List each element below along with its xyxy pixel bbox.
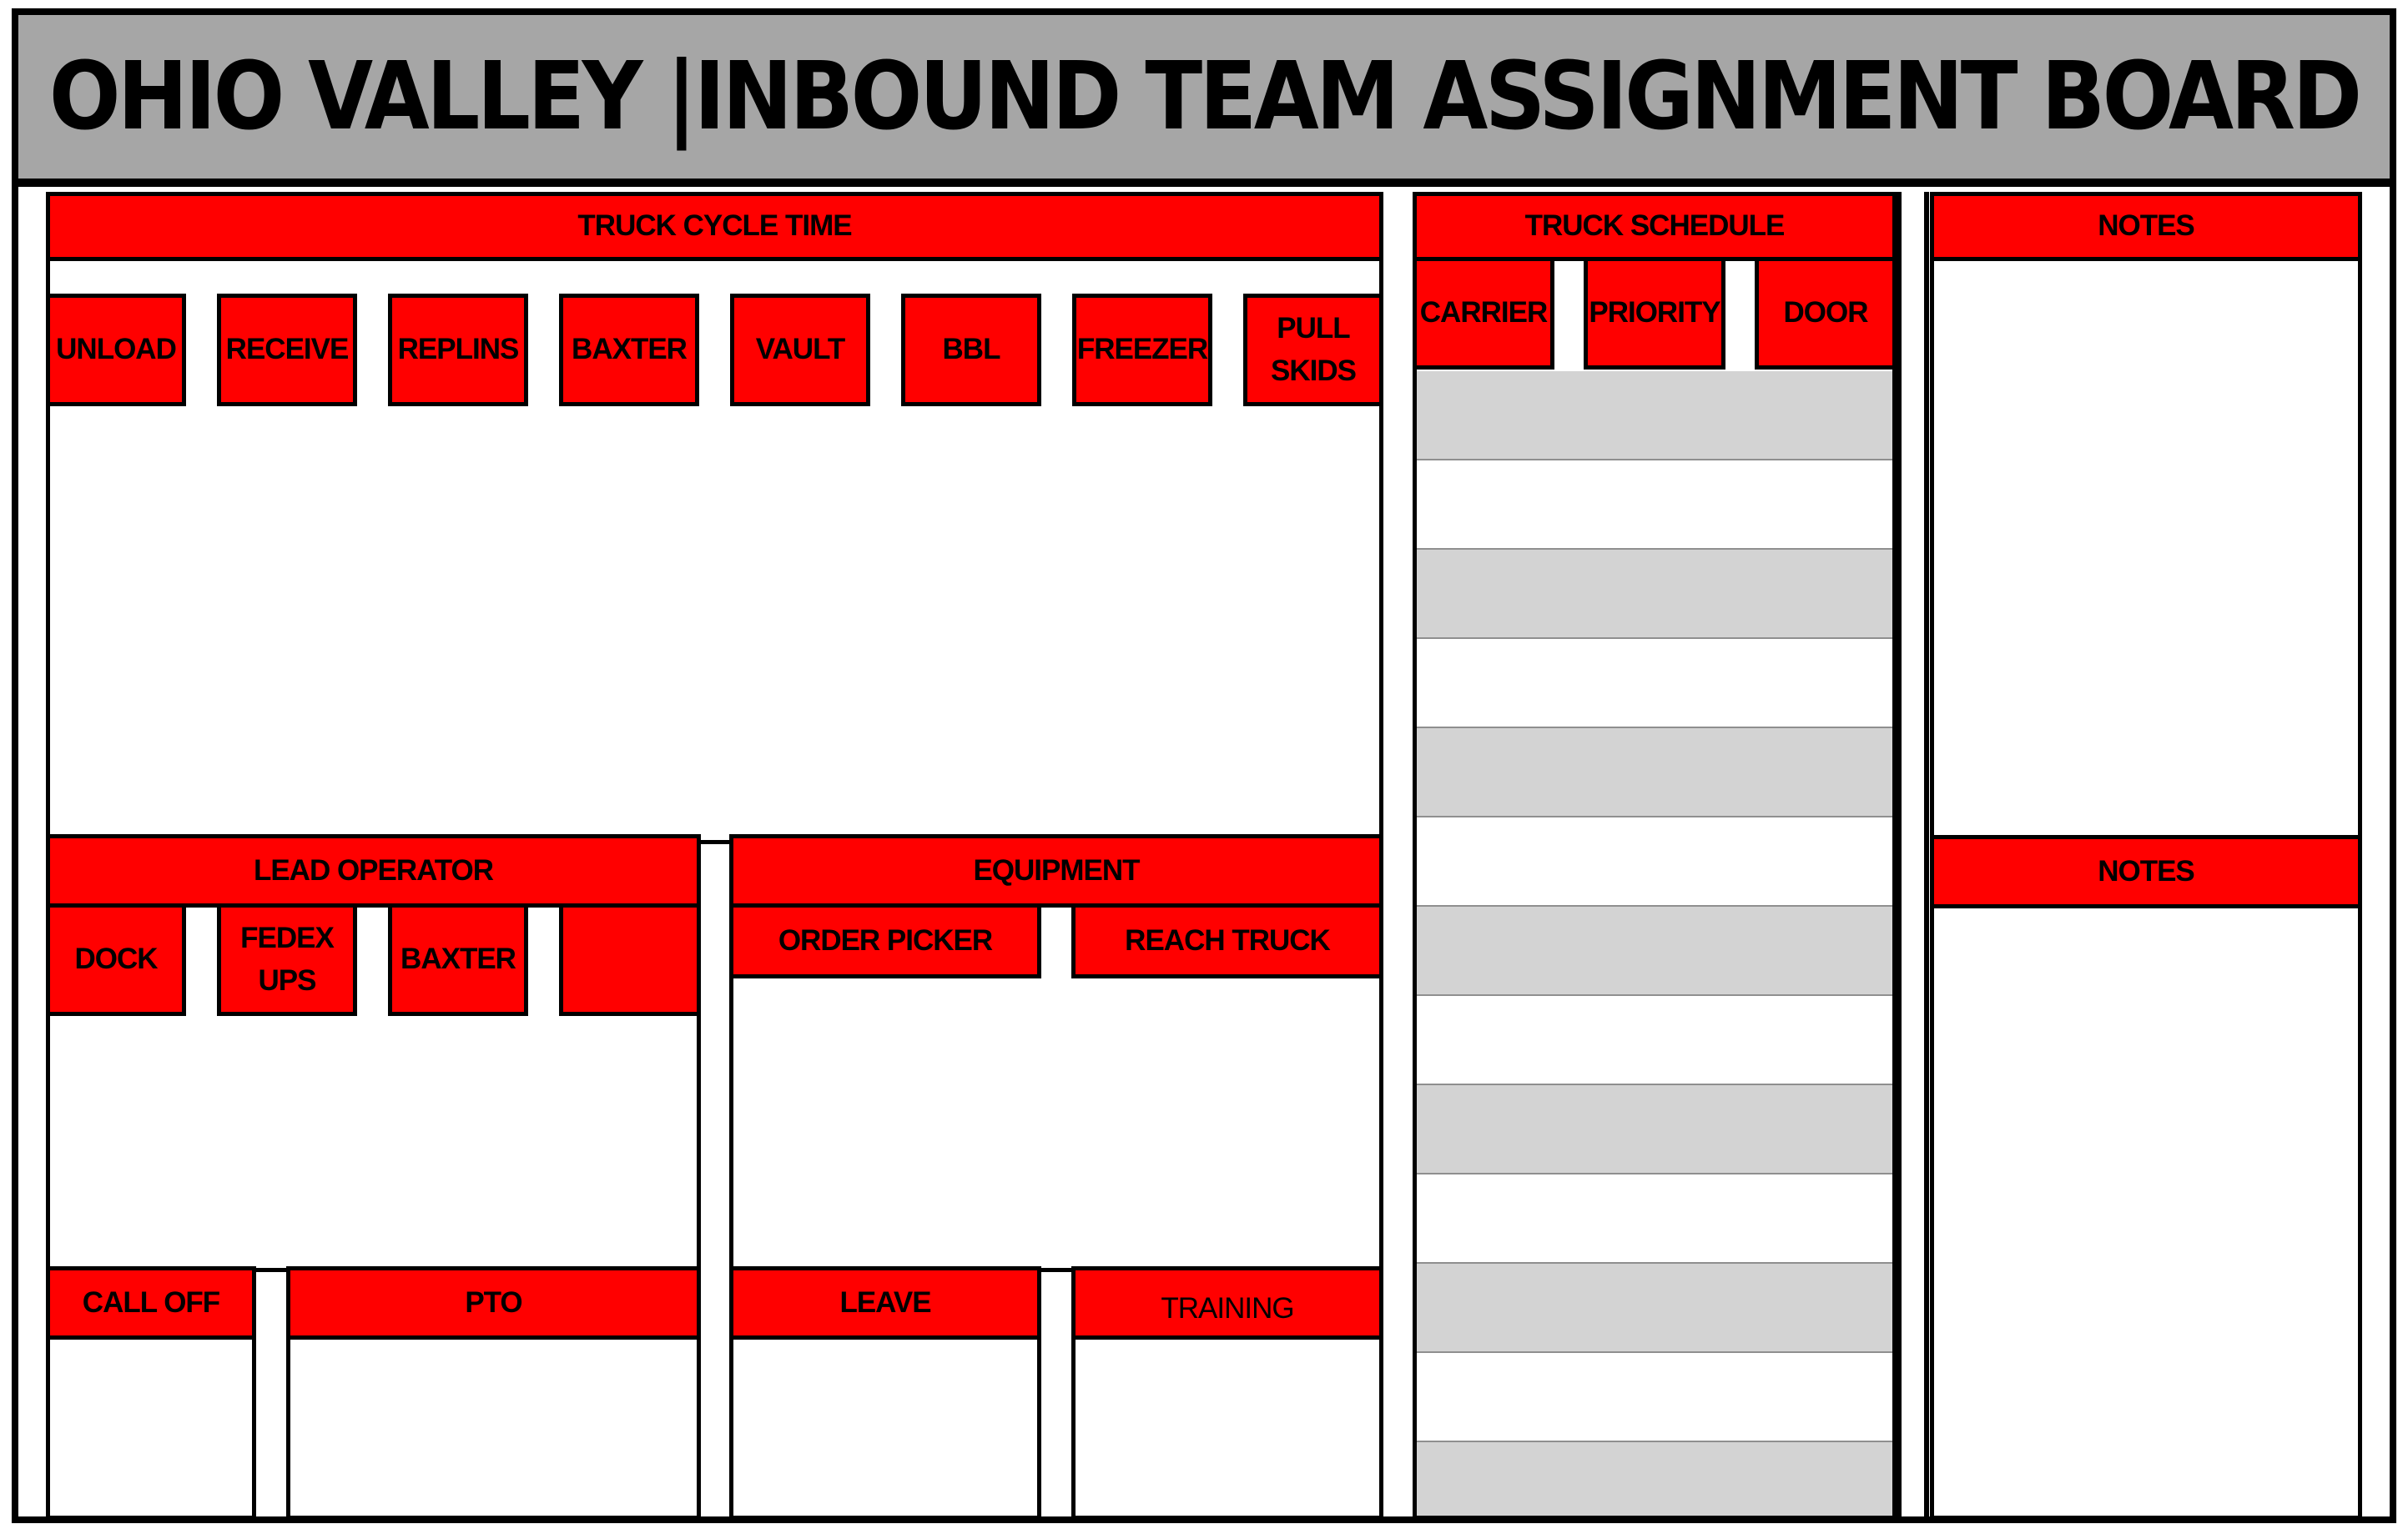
equipment-column-order-picker: ORDER PICKER (729, 903, 1041, 978)
leave-header: LEAVE (729, 1266, 1041, 1340)
notes-bottom-panel (1930, 835, 2362, 1520)
board-title: OHIO VALLEY |INBOUND TEAM ASSIGNMENT BOA… (48, 43, 2362, 151)
truck-schedule-row (1417, 371, 1892, 460)
column-divider (1924, 192, 1929, 1520)
truck-cycle-time-panel (46, 192, 1383, 844)
truck-schedule-column-priority: PRIORITY (1584, 257, 1725, 370)
lead-operator-column-fedex-ups: FEDEX UPS (217, 903, 357, 1016)
truck-schedule-header: TRUCK SCHEDULE (1413, 192, 1897, 261)
lead-operator-header: LEAD OPERATOR (46, 834, 701, 908)
truck-cycle-column-baxter: BAXTER (559, 294, 699, 406)
truck-schedule-row (1417, 460, 1892, 550)
truck-cycle-column-unload: UNLOAD (46, 294, 186, 406)
truck-schedule-column-door: DOOR (1755, 257, 1897, 370)
equipment-column-reach-truck: REACH TRUCK (1071, 903, 1383, 978)
truck-cycle-column-replins: REPLINS (388, 294, 528, 406)
truck-cycle-column-pull-skids: PULL SKIDS (1243, 294, 1383, 406)
truck-schedule-row (1417, 1442, 1892, 1516)
notes-top-panel (1930, 192, 2362, 839)
truck-cycle-column-receive: RECEIVE (217, 294, 357, 406)
truck-schedule-panel (1413, 192, 1897, 1520)
truck-cycle-column-freezer: FREEZER (1072, 294, 1212, 406)
truck-schedule-rows (1417, 371, 1892, 1516)
truck-schedule-row (1417, 907, 1892, 996)
lead-operator-column-baxter: BAXTER (388, 903, 528, 1016)
notes-top-header: NOTES (1930, 192, 2362, 261)
truck-schedule-row (1417, 1085, 1892, 1174)
truck-schedule-column-carrier: CARRIER (1413, 257, 1554, 370)
truck-schedule-row (1417, 1353, 1892, 1442)
truck-schedule-row (1417, 996, 1892, 1085)
truck-schedule-row (1417, 639, 1892, 728)
lead-operator-column-dock: DOCK (46, 903, 186, 1016)
truck-cycle-time-header: TRUCK CYCLE TIME (46, 192, 1383, 261)
equipment-header: EQUIPMENT (729, 834, 1383, 908)
lead-operator-column-blank (559, 903, 701, 1016)
truck-schedule-row (1417, 817, 1892, 907)
truck-schedule-row (1417, 550, 1892, 639)
board-title-bar: OHIO VALLEY |INBOUND TEAM ASSIGNMENT BOA… (18, 15, 2390, 187)
notes-bottom-header: NOTES (1930, 835, 2362, 908)
training-header: TRAINING (1071, 1266, 1383, 1340)
truck-schedule-row (1417, 1264, 1892, 1353)
pto-header: PTO (286, 1266, 701, 1340)
truck-cycle-column-vault: VAULT (730, 294, 870, 406)
call-off-header: CALL OFF (46, 1266, 256, 1340)
column-divider (1897, 192, 1902, 1520)
truck-schedule-row (1417, 1174, 1892, 1264)
truck-cycle-column-bbl: BBL (901, 294, 1041, 406)
truck-schedule-row (1417, 728, 1892, 817)
